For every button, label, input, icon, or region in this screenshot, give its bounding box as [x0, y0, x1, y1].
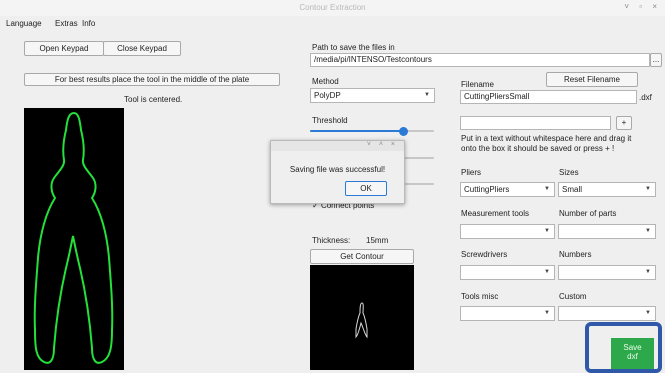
- centering-status: Tool is centered.: [124, 95, 183, 104]
- chevron-down-icon: ▼: [424, 92, 430, 98]
- reset-filename-button[interactable]: Reset Filename: [546, 72, 638, 87]
- chevron-down-icon: ▼: [544, 228, 550, 234]
- pliers-contour: [33, 111, 114, 364]
- title-bar: Contour Extraction ˅ ▫ ×: [0, 0, 665, 16]
- custom-select[interactable]: ▼: [558, 306, 656, 321]
- screwdrivers-label: Screwdrivers: [461, 250, 508, 259]
- filename-extension: .dxf: [639, 93, 652, 102]
- sizes-value: Small: [562, 185, 583, 194]
- threshold-slider-handle[interactable]: [399, 127, 408, 136]
- get-contour-button[interactable]: Get Contour: [310, 249, 414, 264]
- tag-hint-line-2: onto the box it should be saved or press…: [461, 144, 615, 153]
- window-controls[interactable]: ˅ ▫ ×: [624, 2, 661, 11]
- sizes-select[interactable]: Small ▼: [558, 182, 656, 197]
- method-label: Method: [312, 77, 339, 86]
- thickness-value: 15mm: [366, 236, 389, 245]
- window-title: Contour Extraction: [299, 3, 366, 12]
- dialog-window-controls[interactable]: ˅ ˄ ×: [367, 141, 398, 148]
- chevron-down-icon: ▼: [544, 269, 550, 275]
- method-select[interactable]: PolyDP ▼: [310, 88, 435, 103]
- tools-misc-label: Tools misc: [461, 292, 499, 301]
- save-label: Save: [623, 343, 642, 352]
- add-tag-button[interactable]: +: [616, 116, 632, 130]
- measurement-tools-select[interactable]: ▼: [460, 224, 555, 239]
- filename-field[interactable]: CuttingPliersSmall: [460, 90, 637, 104]
- save-dxf-button[interactable]: Save dxf: [611, 338, 654, 369]
- pliers-select[interactable]: CuttingPliers ▼: [460, 182, 555, 197]
- custom-label: Custom: [559, 292, 587, 301]
- close-keypad-button[interactable]: Close Keypad: [103, 41, 181, 56]
- chevron-down-icon: ▼: [544, 310, 550, 316]
- tools-misc-select[interactable]: ▼: [460, 306, 555, 321]
- centering-hint-button[interactable]: For best results place the tool in the m…: [24, 73, 280, 86]
- numbers-label: Numbers: [559, 250, 592, 259]
- filename-label: Filename: [461, 80, 494, 89]
- number-of-parts-select[interactable]: ▼: [558, 224, 656, 239]
- browse-path-button[interactable]: ...: [650, 53, 662, 67]
- pliers-label: Pliers: [461, 168, 482, 177]
- menu-bar: Language Extras Info: [0, 16, 665, 30]
- dialog-message: Saving file was successful!: [289, 165, 386, 174]
- tag-input[interactable]: [460, 116, 611, 130]
- number-of-parts-label: Number of parts: [559, 209, 617, 218]
- menu-info[interactable]: Info: [82, 19, 95, 28]
- contour-thumbnail-outline: [355, 302, 368, 339]
- thickness-label: Thickness:: [312, 236, 351, 245]
- sizes-label: Sizes: [559, 168, 579, 177]
- path-field[interactable]: /media/pi/INTENSO/Testcontours: [310, 53, 650, 67]
- screwdrivers-select[interactable]: ▼: [460, 265, 555, 280]
- path-label: Path to save the files in: [312, 43, 395, 52]
- camera-preview: [24, 108, 124, 370]
- open-keypad-button[interactable]: Open Keypad: [24, 41, 104, 56]
- dialog-title-bar: ˅ ˄ ×: [271, 141, 404, 151]
- numbers-select[interactable]: ▼: [558, 265, 656, 280]
- menu-language[interactable]: Language: [6, 19, 42, 28]
- contour-preview: [310, 265, 414, 370]
- save-format-label: dxf: [627, 352, 638, 361]
- menu-extras[interactable]: Extras: [55, 19, 78, 28]
- method-value: PolyDP: [314, 91, 341, 100]
- measurement-tools-label: Measurement tools: [461, 209, 530, 218]
- contour-thumbnail: [355, 302, 368, 339]
- threshold-label: Threshold: [312, 116, 348, 125]
- dialog-ok-button[interactable]: OK: [345, 181, 387, 196]
- tag-hint-line-1: Put in a text without whitespace here an…: [461, 134, 632, 143]
- chevron-down-icon: ▼: [645, 310, 651, 316]
- chevron-down-icon: ▼: [645, 228, 651, 234]
- chevron-down-icon: ▼: [645, 186, 651, 192]
- chevron-down-icon: ▼: [544, 186, 550, 192]
- chevron-down-icon: ▼: [645, 269, 651, 275]
- threshold-slider-fill: [310, 130, 403, 132]
- save-success-dialog: ˅ ˄ × Saving file was successful! OK: [270, 140, 405, 204]
- pliers-value: CuttingPliers: [464, 185, 510, 194]
- pliers-contour-outline: [33, 111, 114, 364]
